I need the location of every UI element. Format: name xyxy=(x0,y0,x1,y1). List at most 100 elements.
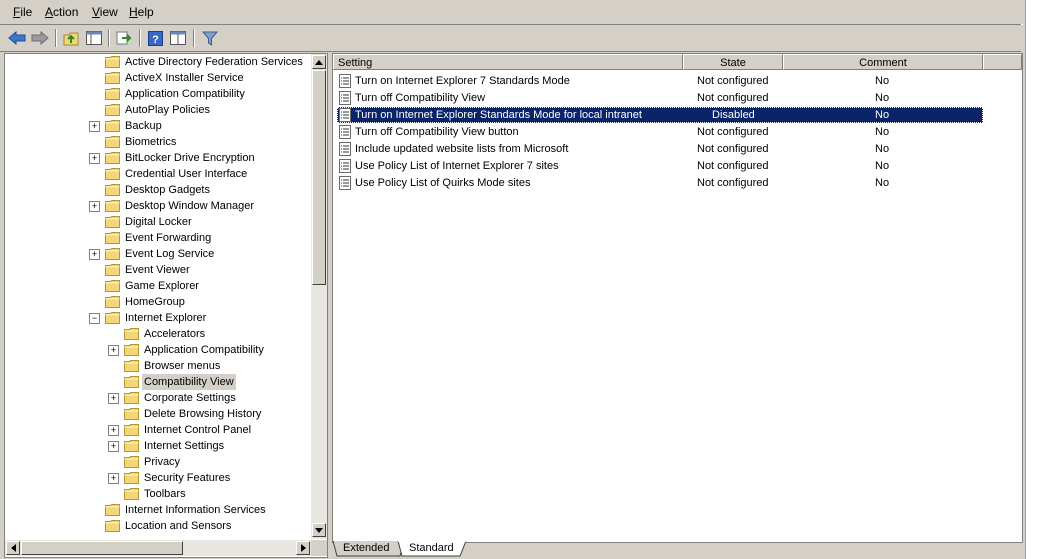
tree-item-label: BitLocker Drive Encryption xyxy=(125,152,255,164)
folder-icon xyxy=(124,392,139,404)
tree-item[interactable]: + BitLocker Drive Encryption xyxy=(5,150,311,166)
menu-help[interactable]: Help xyxy=(129,5,154,19)
policy-row[interactable]: Use Policy List of Quirks Mode sites Not … xyxy=(337,175,983,191)
tree-item[interactable]: + Event Log Service xyxy=(5,246,311,262)
tree-item-label: Credential User Interface xyxy=(125,168,248,180)
forward-arrow-icon[interactable] xyxy=(30,28,50,48)
expand-icon[interactable]: + xyxy=(89,153,100,164)
show-hide-tree-icon[interactable] xyxy=(84,28,104,48)
expand-icon[interactable]: + xyxy=(108,425,119,436)
scroll-down-button[interactable] xyxy=(312,523,326,537)
policy-setting-name: Turn on Internet Explorer Standards Mode… xyxy=(355,109,642,121)
mmc-window: File Action View Help ? Active Directory… xyxy=(0,0,1025,559)
policy-setting-icon xyxy=(339,74,351,88)
policy-setting-icon xyxy=(339,159,351,173)
menu-action[interactable]: Action xyxy=(45,5,78,19)
export-list-icon[interactable] xyxy=(114,28,134,48)
policy-row[interactable]: Turn on Internet Explorer Standards Mode… xyxy=(337,107,983,123)
tree-item[interactable]: Digital Locker xyxy=(5,214,311,230)
policy-setting-name: Turn off Compatibility View button xyxy=(355,126,519,138)
expand-icon[interactable]: + xyxy=(108,473,119,484)
menu-view[interactable]: View xyxy=(92,5,118,19)
policy-state: Not configured xyxy=(697,160,769,172)
tree-item[interactable]: + Internet Settings xyxy=(5,438,311,454)
tree-item[interactable]: Game Explorer xyxy=(5,278,311,294)
tree-item-label: Biometrics xyxy=(125,136,177,148)
tree-item[interactable]: Active Directory Federation Services xyxy=(5,54,311,70)
policy-row[interactable]: Turn off Compatibility View button Not co… xyxy=(337,124,983,140)
expand-icon[interactable]: + xyxy=(108,393,119,404)
folder-icon xyxy=(105,232,120,244)
tree-item[interactable]: Privacy xyxy=(5,454,311,470)
tree-item[interactable]: Internet Information Services xyxy=(5,502,311,518)
header-comment[interactable]: Comment xyxy=(783,54,983,70)
tree-item[interactable]: AutoPlay Policies xyxy=(5,102,311,118)
expand-icon[interactable]: + xyxy=(89,201,100,212)
policy-row[interactable]: Include updated website lists from Micro… xyxy=(337,141,983,157)
tree-vertical-scrollbar[interactable] xyxy=(311,54,327,539)
help-icon[interactable]: ? xyxy=(145,28,165,48)
back-arrow-icon[interactable] xyxy=(7,28,27,48)
policy-comment: No xyxy=(875,109,890,121)
tree-item-label: Event Forwarding xyxy=(125,232,212,244)
filter-icon[interactable] xyxy=(200,28,220,48)
view-tabs: Extended Standard xyxy=(332,541,1021,557)
tree-item[interactable]: Event Forwarding xyxy=(5,230,311,246)
policy-row[interactable]: Turn on Internet Explorer 7 Standards Mo… xyxy=(337,73,983,89)
tree-item[interactable]: + Corporate Settings xyxy=(5,390,311,406)
svg-text:?: ? xyxy=(152,34,159,46)
policy-row[interactable]: Turn off Compatibility View Not configure… xyxy=(337,90,983,106)
scroll-right-button[interactable] xyxy=(296,541,310,555)
expand-icon[interactable]: + xyxy=(108,441,119,452)
tree-item[interactable]: Accelerators xyxy=(5,326,311,342)
expand-icon[interactable]: + xyxy=(108,345,119,356)
tree-scroll-thumb[interactable] xyxy=(312,70,326,285)
tree-item[interactable]: ActiveX Installer Service xyxy=(5,70,311,86)
tree-item-label: Active Directory Federation Services xyxy=(125,56,303,68)
tree-item[interactable]: − Internet Explorer xyxy=(5,310,311,326)
tree-item-label: Game Explorer xyxy=(125,280,199,292)
tree-hscroll-thumb[interactable] xyxy=(21,541,183,555)
tree-item[interactable]: Biometrics xyxy=(5,134,311,150)
policy-row[interactable]: Use Policy List of Internet Explorer 7 s… xyxy=(337,158,983,174)
header-state[interactable]: State xyxy=(683,54,783,70)
properties-icon[interactable] xyxy=(168,28,188,48)
tree-item[interactable]: Event Viewer xyxy=(5,262,311,278)
tree-item-label: Compatibility View xyxy=(142,374,236,390)
tree-item[interactable]: Toolbars xyxy=(5,486,311,502)
scroll-left-button[interactable] xyxy=(6,541,20,555)
tab-extended[interactable]: Extended xyxy=(337,541,395,556)
tree-view: Active Directory Federation Services Acti… xyxy=(5,54,311,539)
tree-item[interactable]: + Internet Control Panel xyxy=(5,422,311,438)
tree-item-label: Internet Settings xyxy=(144,440,225,452)
tree-item[interactable]: + Security Features xyxy=(5,470,311,486)
tree-item[interactable]: Credential User Interface xyxy=(5,166,311,182)
expand-icon[interactable]: + xyxy=(89,121,100,132)
tree-item[interactable]: Application Compatibility xyxy=(5,86,311,102)
tree-item-label: Security Features xyxy=(144,472,231,484)
tree-item[interactable]: + Desktop Window Manager xyxy=(5,198,311,214)
expand-icon[interactable]: + xyxy=(89,249,100,260)
policy-setting-name: Turn off Compatibility View xyxy=(355,92,486,104)
header-setting[interactable]: Setting xyxy=(333,54,683,70)
tree-horizontal-scrollbar[interactable] xyxy=(5,540,311,556)
tree-item[interactable]: HomeGroup xyxy=(5,294,311,310)
tab-standard[interactable]: Standard xyxy=(403,541,460,556)
folder-icon xyxy=(105,72,120,84)
menu-file[interactable]: File xyxy=(13,5,32,19)
tree-item[interactable]: Desktop Gadgets xyxy=(5,182,311,198)
tree-item[interactable]: Compatibility View xyxy=(5,374,311,390)
folder-icon xyxy=(105,56,120,68)
tree-item[interactable]: Location and Sensors xyxy=(5,518,311,534)
folder-icon xyxy=(124,408,139,420)
scroll-up-button[interactable] xyxy=(312,55,326,69)
collapse-icon[interactable]: − xyxy=(89,313,100,324)
folder-icon xyxy=(105,120,120,132)
up-folder-icon[interactable] xyxy=(61,28,81,48)
policy-setting-icon xyxy=(339,142,351,156)
tree-item[interactable]: Delete Browsing History xyxy=(5,406,311,422)
tree-item[interactable]: + Application Compatibility xyxy=(5,342,311,358)
policy-comment: No xyxy=(875,177,890,189)
tree-item[interactable]: Browser menus xyxy=(5,358,311,374)
tree-item[interactable]: + Backup xyxy=(5,118,311,134)
